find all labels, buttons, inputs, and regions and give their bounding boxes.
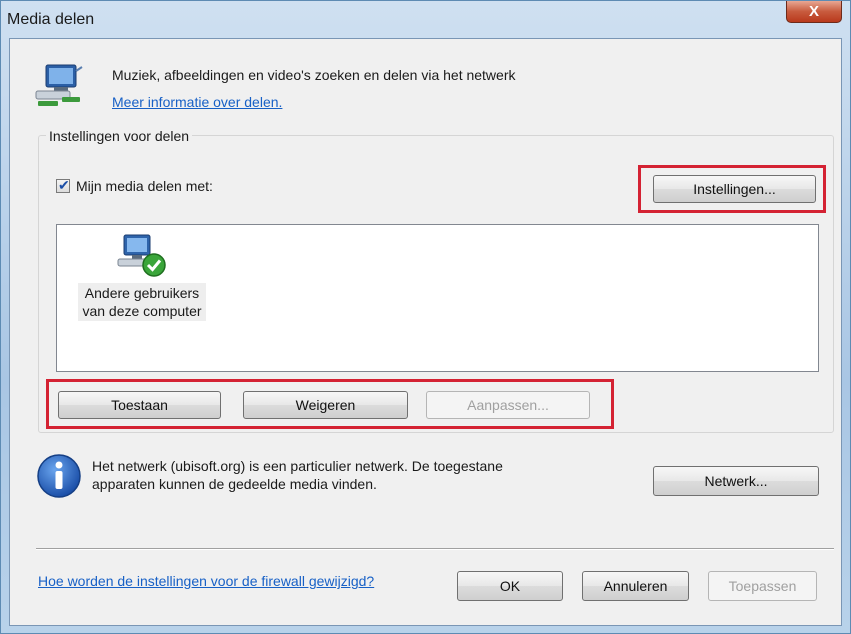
- firewall-link[interactable]: Hoe worden de instellingen voor de firew…: [38, 573, 374, 589]
- checkmark-icon: ✔: [58, 177, 70, 193]
- header-description: Muziek, afbeeldingen en video's zoeken e…: [112, 67, 516, 83]
- network-button[interactable]: Netwerk...: [653, 466, 819, 496]
- separator: [36, 548, 834, 550]
- share-media-checkbox[interactable]: ✔: [56, 177, 70, 193]
- device-label: Andere gebruikers van deze computer: [78, 283, 206, 321]
- network-info-text: Het netwerk (ubisoft.org) is een particu…: [92, 458, 503, 492]
- media-sharing-window: Media delen X Muziek, afbeeldingen en vi…: [0, 0, 851, 634]
- cancel-button[interactable]: Annuleren: [582, 571, 689, 601]
- share-media-row[interactable]: ✔ Mijn media delen met:: [56, 177, 213, 194]
- devices-list[interactable]: Andere gebruikers van deze computer: [56, 224, 819, 372]
- window-title: Media delen: [7, 11, 95, 28]
- info-icon: [37, 454, 81, 498]
- close-button[interactable]: X: [786, 1, 842, 23]
- customize-button[interactable]: Aanpassen...: [426, 391, 590, 419]
- share-media-label: Mijn media delen met:: [76, 178, 213, 194]
- more-info-link[interactable]: Meer informatie over delen.: [112, 94, 282, 110]
- ok-button[interactable]: OK: [457, 571, 563, 601]
- settings-button[interactable]: Instellingen...: [653, 175, 816, 203]
- deny-button[interactable]: Weigeren: [243, 391, 408, 419]
- title-bar[interactable]: Media delen X: [1, 1, 850, 37]
- network-media-icon: [35, 64, 83, 106]
- allow-button[interactable]: Toestaan: [58, 391, 221, 419]
- sharing-settings-legend: Instellingen voor delen: [46, 128, 193, 144]
- list-item[interactable]: Andere gebruikers van deze computer: [69, 233, 215, 321]
- apply-button[interactable]: Toepassen: [708, 571, 817, 601]
- dialog-content: Muziek, afbeeldingen en video's zoeken e…: [9, 38, 842, 626]
- allowed-users-icon: [117, 234, 166, 277]
